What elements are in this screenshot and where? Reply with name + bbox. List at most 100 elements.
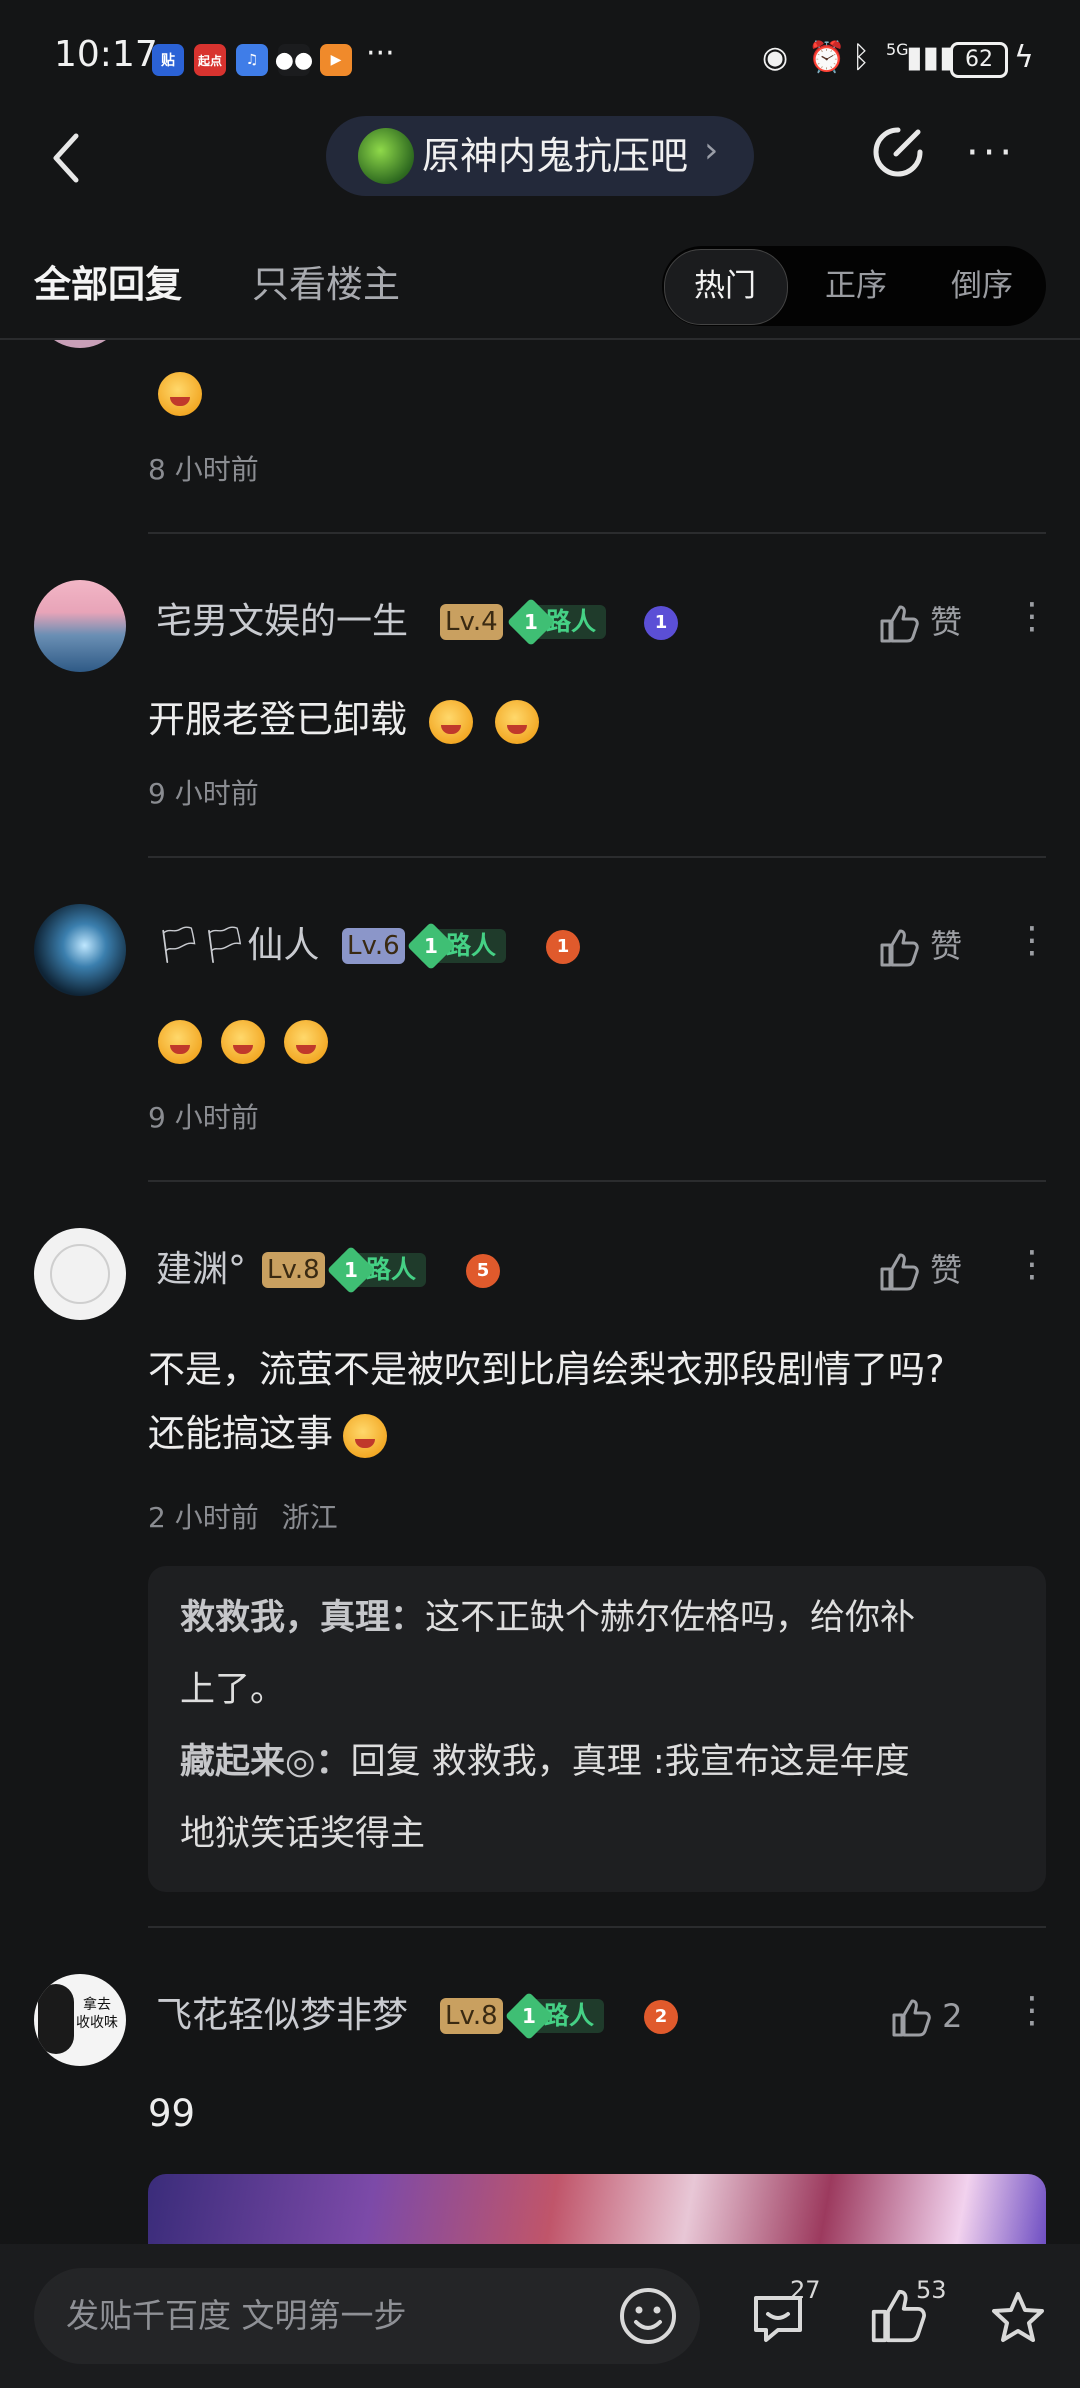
comment-count: 27 [790,2276,821,2304]
separator: ： [390,1598,426,1638]
divider [148,1926,1046,1928]
forum-logo [358,128,414,184]
comment-time: 8 小时前 [148,453,259,486]
like-label: 赞 [930,1251,963,1289]
comment-emojis [158,1020,329,1064]
comment-image[interactable] [148,2174,1046,2254]
share-button[interactable] [870,124,926,180]
more-options-button[interactable]: ··· [966,130,1016,176]
status-time: 10:17 [54,34,158,75]
emoji [428,699,473,744]
favorite-button[interactable] [988,2288,1048,2348]
comment-text-line: 还能搞这事 [148,1402,1048,1466]
thumb-up-icon [892,1999,931,2037]
tab-divider [0,338,1080,340]
sub-reply-line: 藏起来◎：回复 救救我，真理 :我宣布这是年度 [180,1726,1000,1798]
comment-text: 开服老登已卸载 [148,688,539,752]
sub-reply-text: 地狱笑话奖得主 [180,1814,426,1854]
rank-number: 1 [344,1258,358,1282]
emoji [494,699,539,744]
emoji [284,1020,329,1064]
username[interactable]: 🏳🏳仙人 [156,920,319,972]
composer-placeholder[interactable]: 发贴千百度 文明第一步 [66,2292,407,2340]
more-notifications-icon: ··· [366,36,395,71]
chevron-right-icon: › [704,130,719,171]
thumb-up-icon [880,929,919,967]
comment-more-button[interactable]: ⋮ [1014,596,1050,637]
sub-reply-author[interactable]: 藏起来◎ [180,1742,316,1782]
forum-name[interactable]: 原神内鬼抗压吧 [422,128,688,184]
medal-icon: 5 [466,1254,500,1288]
avatar-text: 拿去 收收味 [76,1997,118,2031]
like-button[interactable]: 2 [890,1990,963,2042]
emoji [221,1020,266,1064]
thumb-up-icon [880,1253,919,1291]
like-button[interactable]: 赞 [878,920,962,972]
rank-number: 1 [524,610,538,634]
medal-icon: 1 [546,930,580,964]
sub-reply-text: 回复 救救我，真理 :我宣布这是年度 [350,1742,910,1782]
chevron-left-icon [53,133,79,183]
username[interactable]: 建渊° [156,1244,246,1296]
bluetooth-icon: ᛒ [852,40,870,75]
smiley-icon [620,2288,676,2344]
comment-more-button[interactable]: ⋮ [1014,1990,1050,2031]
emoji-picker-button[interactable] [618,2286,678,2346]
sort-hot[interactable]: 热门 [664,246,786,326]
avatar[interactable] [34,1228,126,1320]
separator: ： [315,1742,351,1782]
comment-time: 9 小时前 [148,1101,259,1134]
comment-time: 9 小时前 [148,777,259,810]
emoji [343,1413,387,1458]
status-bar: 10:17 贴 起点 ♫ ●● ▶ ··· ◉ ⏰ ᛒ 5G ▮▮▮ 62 ϟ [0,0,1080,110]
level-badge: Lv.8 [440,1998,503,2034]
avatar[interactable] [34,904,126,996]
nfc-icon: ◉ [762,40,789,75]
comment-text-body: 开服老登已卸载 [148,698,407,741]
like-label: 赞 [930,603,963,641]
like-button[interactable]: 赞 [878,1244,962,1296]
video-app-icon: ▶ [320,44,352,76]
avatar[interactable] [34,580,126,672]
level-badge: Lv.8 [262,1252,325,1288]
avatar[interactable]: 拿去 收收味 [34,1974,126,2066]
username[interactable]: 飞花轻似梦非梦 [156,1990,408,2042]
music-app-icon: ♫ [236,44,268,76]
sub-reply[interactable]: 救救我，真理：这不正缺个赫尔佐格吗，给你补 上了。 藏起来◎：回复 救救我，真理… [180,1582,1000,1870]
comment-text-body: 还能搞这事 [148,1412,333,1455]
sub-reply-author[interactable]: 救救我，真理 [180,1598,390,1638]
username[interactable]: 宅男文娱的一生 [156,596,408,648]
comment-location: 浙江 [281,1501,338,1534]
sort-ascending[interactable]: 正序 [792,246,920,326]
medal-icon: 2 [644,2000,678,2034]
comment-text: 99 [148,2092,196,2135]
comment-text: 不是，流萤不是被吹到比肩绘梨衣那段剧情了吗? 还能搞这事 [148,1338,1048,1466]
level-badge: Lv.6 [342,928,405,964]
tab-op-only[interactable]: 只看楼主 [252,254,400,308]
like-count: 53 [916,2276,947,2304]
battery-indicator: 62 [950,42,1008,78]
like-count: 2 [942,1997,963,2035]
like-button[interactable]: 赞 [878,596,962,648]
level-badge: Lv.4 [440,604,503,640]
comment-more-button[interactable]: ⋮ [1014,920,1050,961]
medal-icon: 1 [644,606,678,640]
rank-number: 1 [424,934,438,958]
divider [148,856,1046,858]
sub-reply-text: 上了。 [180,1670,286,1710]
sub-reply-line: 救救我，真理：这不正缺个赫尔佐格吗，给你补 [180,1582,1000,1654]
charging-icon: ϟ [1014,40,1034,75]
wechat-icon: ●● [275,44,313,76]
share-icon [873,127,923,177]
star-icon [992,2292,1044,2342]
tab-all-replies[interactable]: 全部回复 [34,254,182,308]
comment-emoji [158,372,202,416]
sort-descending[interactable]: 倒序 [920,246,1044,326]
back-button[interactable] [48,128,88,188]
divider [148,532,1046,534]
rank-number: 1 [522,2004,536,2028]
comment-more-button[interactable]: ⋮ [1014,1244,1050,1285]
tieba-app-icon: 贴 [152,44,184,76]
comment-meta: 2 小时前 浙江 [148,1496,338,1536]
comment-time: 2 小时前 [148,1501,259,1534]
